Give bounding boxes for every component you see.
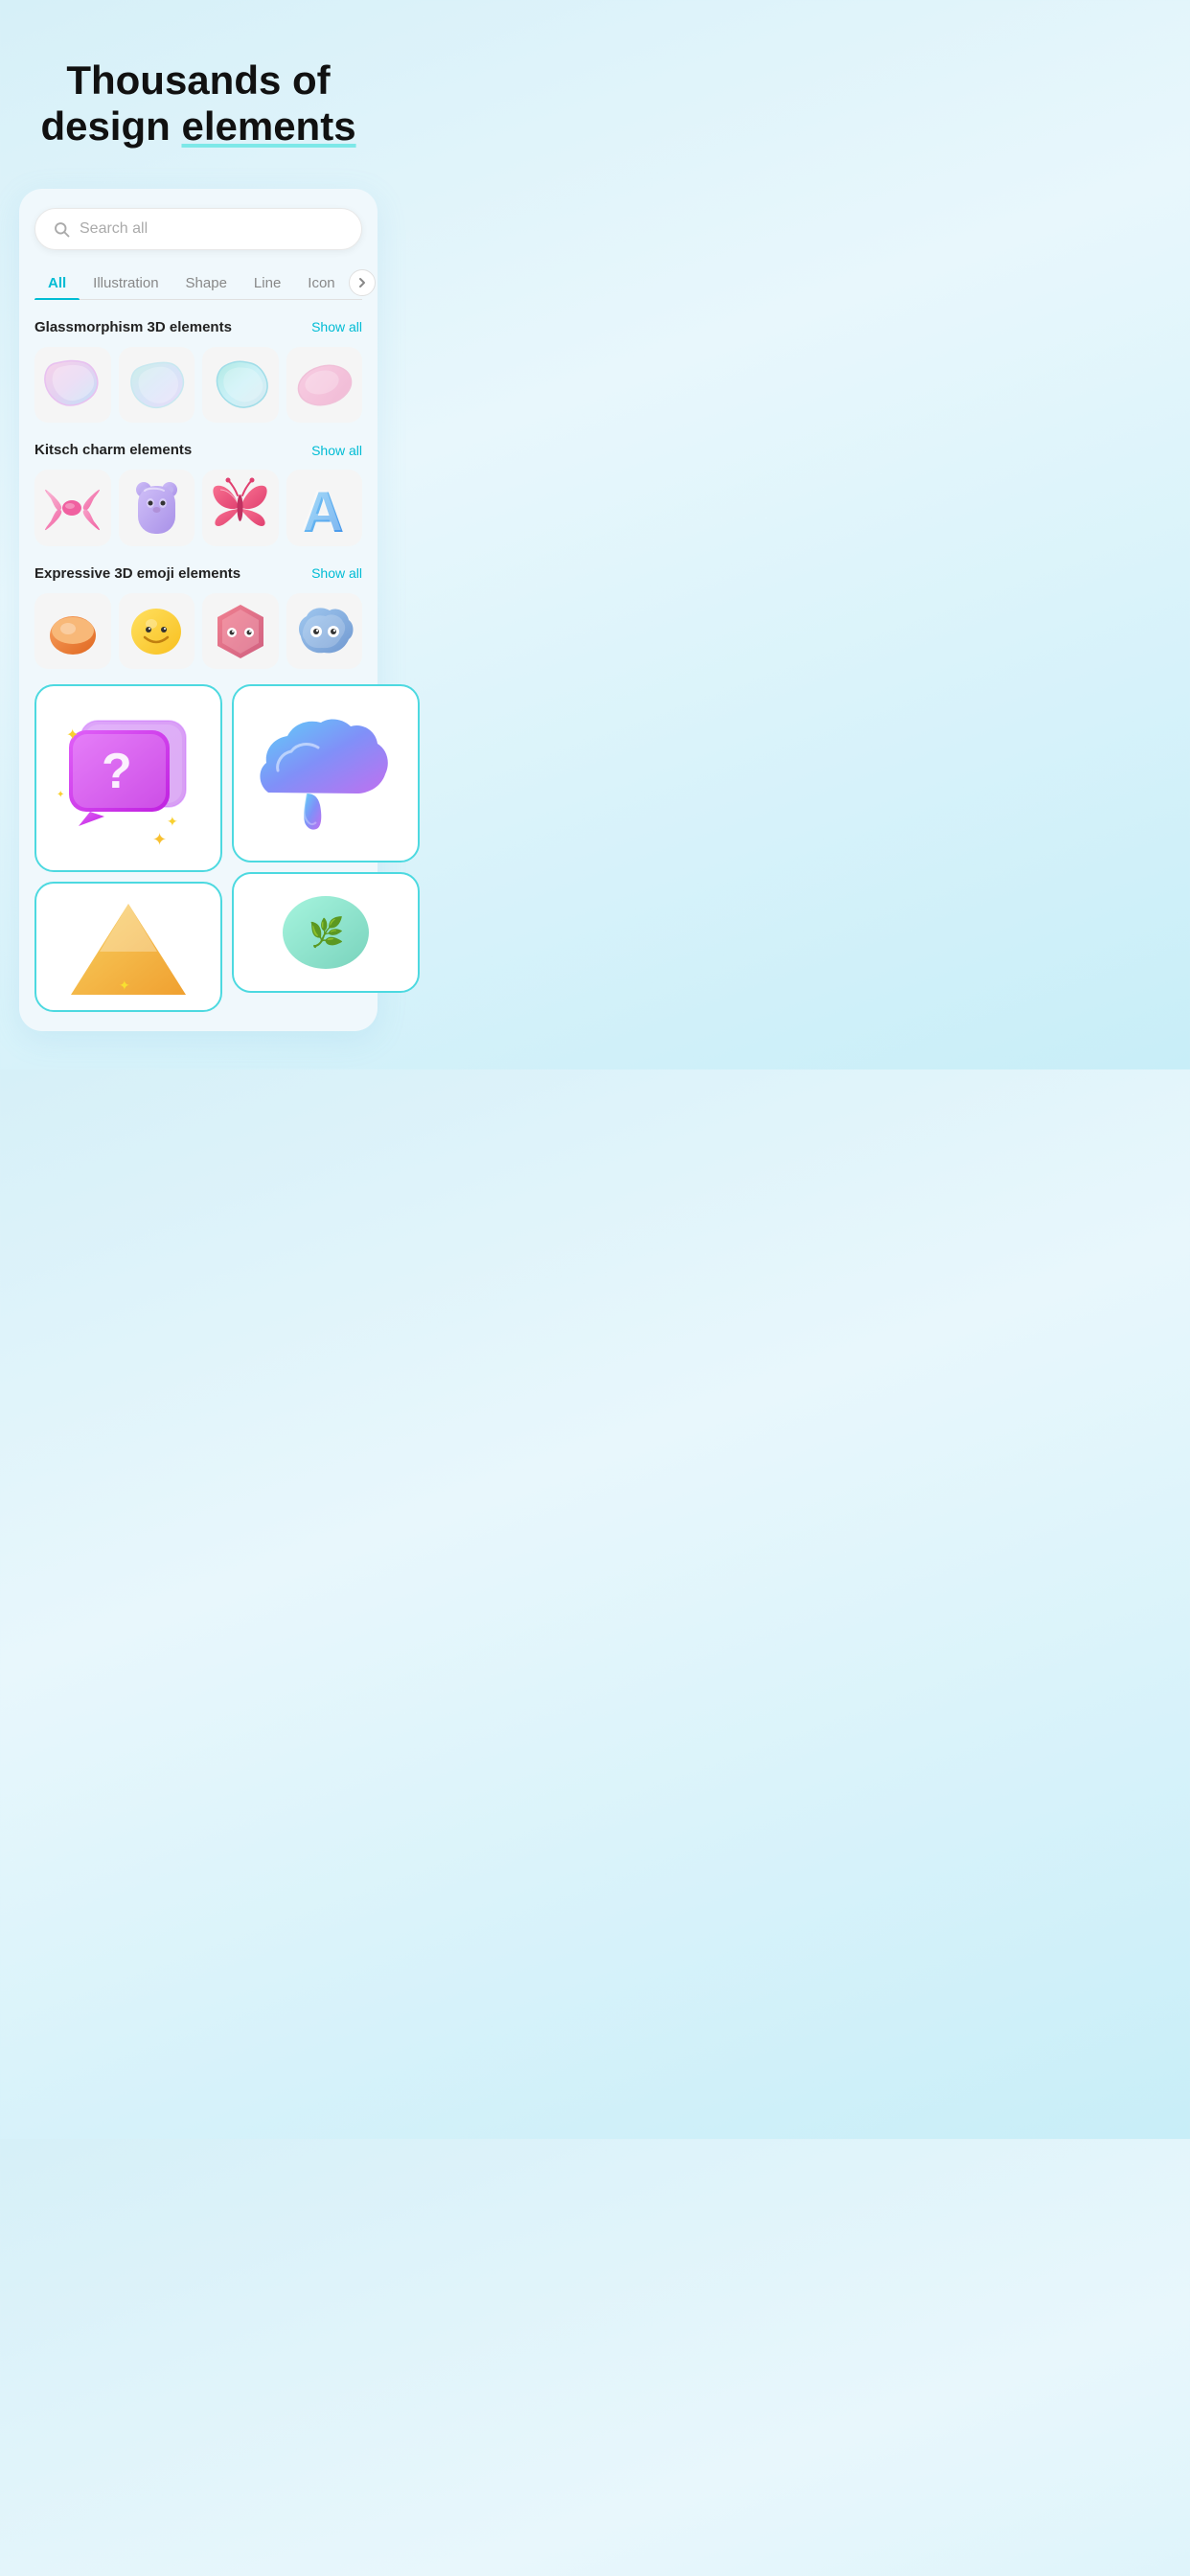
tab-shape[interactable]: Shape <box>172 267 240 299</box>
card-question-bubble[interactable]: ? ✦ ✦ ✦ ✦ <box>34 684 222 872</box>
svg-text:✦: ✦ <box>152 830 167 849</box>
emoji-item-1[interactable] <box>34 593 111 670</box>
glassmorphism-grid <box>34 347 362 424</box>
emoji-item-4[interactable] <box>286 593 363 670</box>
emoji-smiley <box>127 603 185 658</box>
card-extra[interactable]: 🌿 <box>232 872 420 993</box>
glass-shape-4 <box>293 358 355 411</box>
tab-all[interactable]: All <box>34 267 80 299</box>
kitsch-grid: A A <box>34 470 362 546</box>
search-bar[interactable]: Search all <box>34 208 362 250</box>
emoji-item-2[interactable] <box>119 593 195 670</box>
svg-text:A: A <box>301 478 342 539</box>
svg-text:✦: ✦ <box>57 790 64 800</box>
svg-text:🌿: 🌿 <box>309 915 344 949</box>
butterfly-illustration <box>209 476 271 539</box>
glass-item-4[interactable] <box>286 347 363 424</box>
page-wrapper: Thousands of design elements Search all … <box>0 0 397 1070</box>
svg-text:✦: ✦ <box>167 814 178 829</box>
tab-illustration[interactable]: Illustration <box>80 267 172 299</box>
glass-item-3[interactable] <box>202 347 279 424</box>
kitsch-item-butterfly[interactable] <box>202 470 279 546</box>
section-header-emoji: Expressive 3D emoji elements Show all <box>34 565 362 582</box>
show-all-kitsch[interactable]: Show all <box>311 443 362 458</box>
show-all-emoji[interactable]: Show all <box>311 565 362 581</box>
kitsch-item-letter[interactable]: A A <box>286 470 363 546</box>
glass-item-2[interactable] <box>119 347 195 424</box>
card-mountain[interactable]: ✦ <box>34 882 222 1012</box>
glass-shape-1 <box>41 356 103 413</box>
tab-icon[interactable]: Icon <box>294 267 348 299</box>
bottom-col-left: ? ✦ ✦ ✦ ✦ <box>34 684 222 1012</box>
letter-a-illustration: A A <box>298 476 351 539</box>
main-card: Search all All Illustration Shape Line I… <box>19 189 378 1032</box>
emoji-hexagon <box>211 600 270 662</box>
emoji-item-3[interactable] <box>202 593 279 670</box>
emoji-cookie <box>44 602 102 659</box>
search-icon <box>53 220 70 238</box>
glass-shape-2 <box>126 356 188 413</box>
kitsch-item-bow[interactable] <box>34 470 111 546</box>
emoji-cloud-monster <box>293 603 355 658</box>
bow-illustration <box>41 479 103 537</box>
svg-text:?: ? <box>102 744 132 799</box>
section-title-kitsch: Kitsch charm elements <box>34 442 192 458</box>
tabs-chevron[interactable] <box>349 269 376 296</box>
svg-text:✦: ✦ <box>66 727 79 744</box>
tab-line[interactable]: Line <box>240 267 294 299</box>
show-all-glass[interactable]: Show all <box>311 319 362 334</box>
mountain-illustration: ✦ <box>61 899 195 995</box>
hero-title-highlight: elements <box>181 104 355 149</box>
emoji-grid <box>34 593 362 670</box>
kitsch-item-bear[interactable] <box>119 470 195 546</box>
cloud-illustration <box>249 702 402 845</box>
hero-title-line1: Thousands of <box>66 58 330 103</box>
hero-title: Thousands of design elements <box>19 58 378 150</box>
svg-text:✦: ✦ <box>119 978 130 993</box>
section-header-kitsch: Kitsch charm elements Show all <box>34 442 362 458</box>
section-title-emoji: Expressive 3D emoji elements <box>34 565 240 582</box>
bottom-cards-grid: ? ✦ ✦ ✦ ✦ <box>34 684 362 1012</box>
bear-illustration <box>130 476 183 539</box>
extra-illustration: 🌿 <box>268 889 383 976</box>
search-placeholder: Search all <box>80 220 148 238</box>
tabs-container: All Illustration Shape Line Icon <box>34 267 362 300</box>
section-header-glass: Glassmorphism 3D elements Show all <box>34 319 362 335</box>
glass-item-1[interactable] <box>34 347 111 424</box>
card-cloud[interactable] <box>232 684 420 862</box>
glass-shape-3 <box>209 356 271 413</box>
question-bubble-illustration: ? ✦ ✦ ✦ ✦ <box>52 702 205 855</box>
bottom-col-right: 🌿 <box>232 684 420 1012</box>
section-title-glass: Glassmorphism 3D elements <box>34 319 232 335</box>
